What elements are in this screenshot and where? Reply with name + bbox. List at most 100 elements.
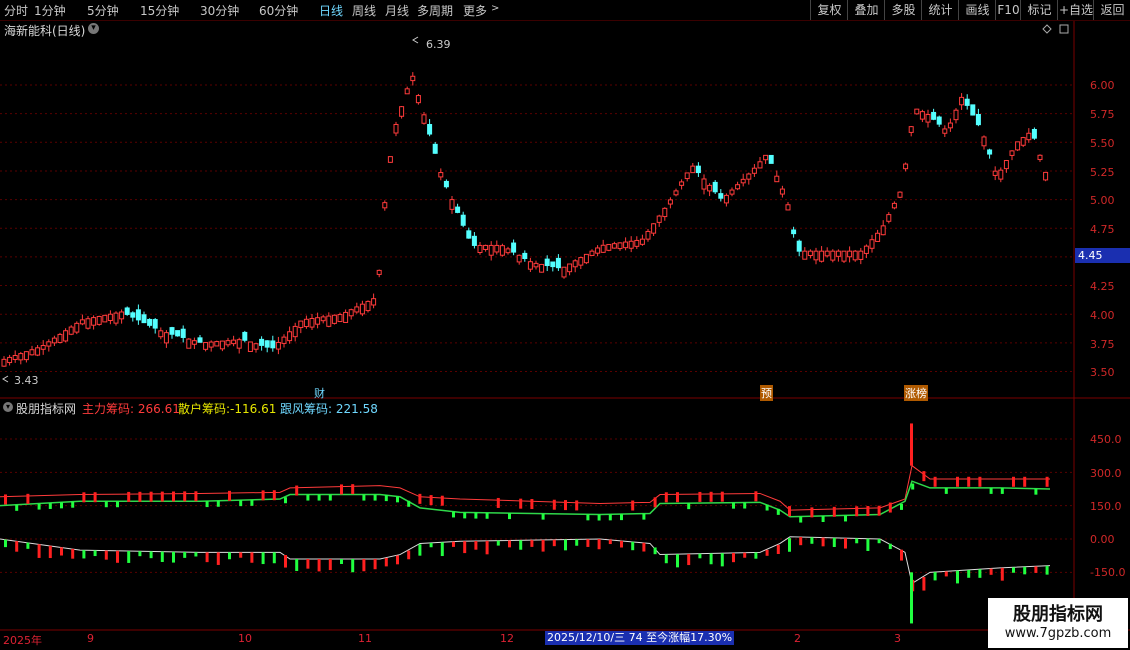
candle-body — [169, 327, 175, 335]
kline-chart[interactable] — [0, 0, 1130, 650]
candle-body — [970, 104, 976, 116]
candle-body — [824, 250, 830, 257]
retail-bar — [239, 552, 243, 558]
follow-chip-label: 跟风筹码: 221.58 — [280, 402, 378, 416]
retail-bar — [429, 542, 433, 548]
retail-bar — [340, 558, 343, 564]
indicator-bar — [71, 501, 75, 508]
candle-body — [841, 250, 847, 262]
candle-body — [903, 163, 909, 170]
retail-bar — [788, 538, 791, 552]
watermark: 股朋指标网 www.7gpzb.com — [988, 598, 1128, 648]
event-tag-limit-up[interactable]: 涨榜 — [904, 385, 928, 401]
candle-body — [1009, 150, 1015, 156]
candle-body — [751, 167, 757, 174]
candle-body — [7, 356, 13, 364]
candle-body — [555, 257, 561, 269]
retail-bar — [418, 544, 422, 556]
candle-body — [287, 331, 293, 342]
candle-body — [953, 109, 959, 121]
current-price-badge: 4.45 — [1075, 248, 1130, 263]
candle-body — [578, 257, 584, 266]
indicator-tick: 300.0 — [1090, 467, 1122, 480]
spike-bar — [910, 572, 913, 624]
retail-bar — [228, 552, 231, 560]
candle-body — [427, 124, 433, 135]
retail-bar — [676, 554, 679, 568]
dropdown-circle-icon[interactable]: ▾ — [88, 23, 99, 34]
candle-body — [891, 202, 897, 209]
event-tag-forecast[interactable]: 预 — [760, 385, 773, 401]
price-tick: 5.00 — [1090, 194, 1115, 207]
retail-bar — [564, 539, 567, 551]
spike-bar — [910, 423, 913, 466]
candle-body — [96, 315, 102, 325]
retail-bar — [720, 553, 724, 567]
candle-body — [455, 206, 461, 213]
retail-bar — [765, 549, 769, 556]
candle-body — [835, 250, 841, 257]
retail-bar — [474, 540, 478, 550]
indicator-bar — [956, 476, 959, 487]
candle-body — [158, 330, 164, 338]
indicator-bar — [799, 516, 803, 523]
indicator-bar — [530, 499, 534, 510]
candle-body — [163, 332, 169, 344]
retail-bar — [776, 544, 780, 555]
retail-bar — [967, 569, 971, 578]
candle-body — [483, 244, 489, 250]
candle-body — [18, 353, 24, 361]
candle-body — [779, 188, 785, 195]
candle-body — [275, 341, 281, 350]
candle-body — [746, 173, 752, 180]
event-tag-finance[interactable]: 财 — [314, 385, 325, 401]
candle-body — [718, 193, 724, 199]
indicator-bar — [1012, 476, 1015, 487]
candle-body — [527, 261, 533, 270]
indicator-bar — [216, 500, 220, 507]
retail-bar — [541, 539, 545, 552]
candle-body — [690, 165, 696, 174]
candle-body — [477, 244, 483, 254]
candle-body — [712, 181, 718, 193]
candle-body — [247, 341, 253, 352]
indicator-bar — [922, 471, 926, 482]
indicator-bar — [194, 491, 198, 502]
candle-body — [914, 108, 920, 115]
candle-body — [550, 261, 556, 268]
retail-bar — [732, 552, 735, 563]
candle-body — [1031, 128, 1037, 139]
candle-body — [124, 307, 130, 315]
follow-chip-line — [0, 480, 1051, 518]
retail-bar — [250, 552, 254, 563]
candle-body — [186, 338, 192, 349]
indicator-bar — [653, 497, 657, 508]
candle-body — [791, 229, 797, 235]
candle-body — [23, 351, 29, 361]
candle-body — [516, 254, 522, 263]
indicator-dropdown-icon[interactable]: ▾ — [3, 402, 13, 412]
stock-title: 海新能科(日线) — [4, 24, 86, 38]
candle-body — [701, 178, 707, 190]
candle-body — [1020, 137, 1026, 146]
candle-body — [393, 123, 399, 134]
candle-body — [589, 250, 595, 256]
retail-bar — [664, 554, 668, 564]
candle-body — [410, 75, 416, 82]
x-label: 12 — [500, 632, 514, 645]
retail-bar — [82, 550, 86, 559]
indicator-bar — [832, 506, 836, 517]
indicator-tick: 0.00 — [1090, 533, 1115, 546]
indicator-bar — [687, 503, 691, 510]
candle-body — [331, 314, 337, 324]
candle-body — [219, 340, 225, 350]
candle-body — [505, 248, 511, 254]
candle-body — [326, 315, 332, 327]
candle-body — [511, 242, 517, 253]
candle-body — [376, 269, 382, 275]
candle-body — [387, 156, 393, 163]
candle-body — [656, 215, 662, 223]
retail-bar — [989, 568, 993, 575]
indicator-bar — [485, 512, 489, 519]
candle-body — [639, 238, 645, 245]
